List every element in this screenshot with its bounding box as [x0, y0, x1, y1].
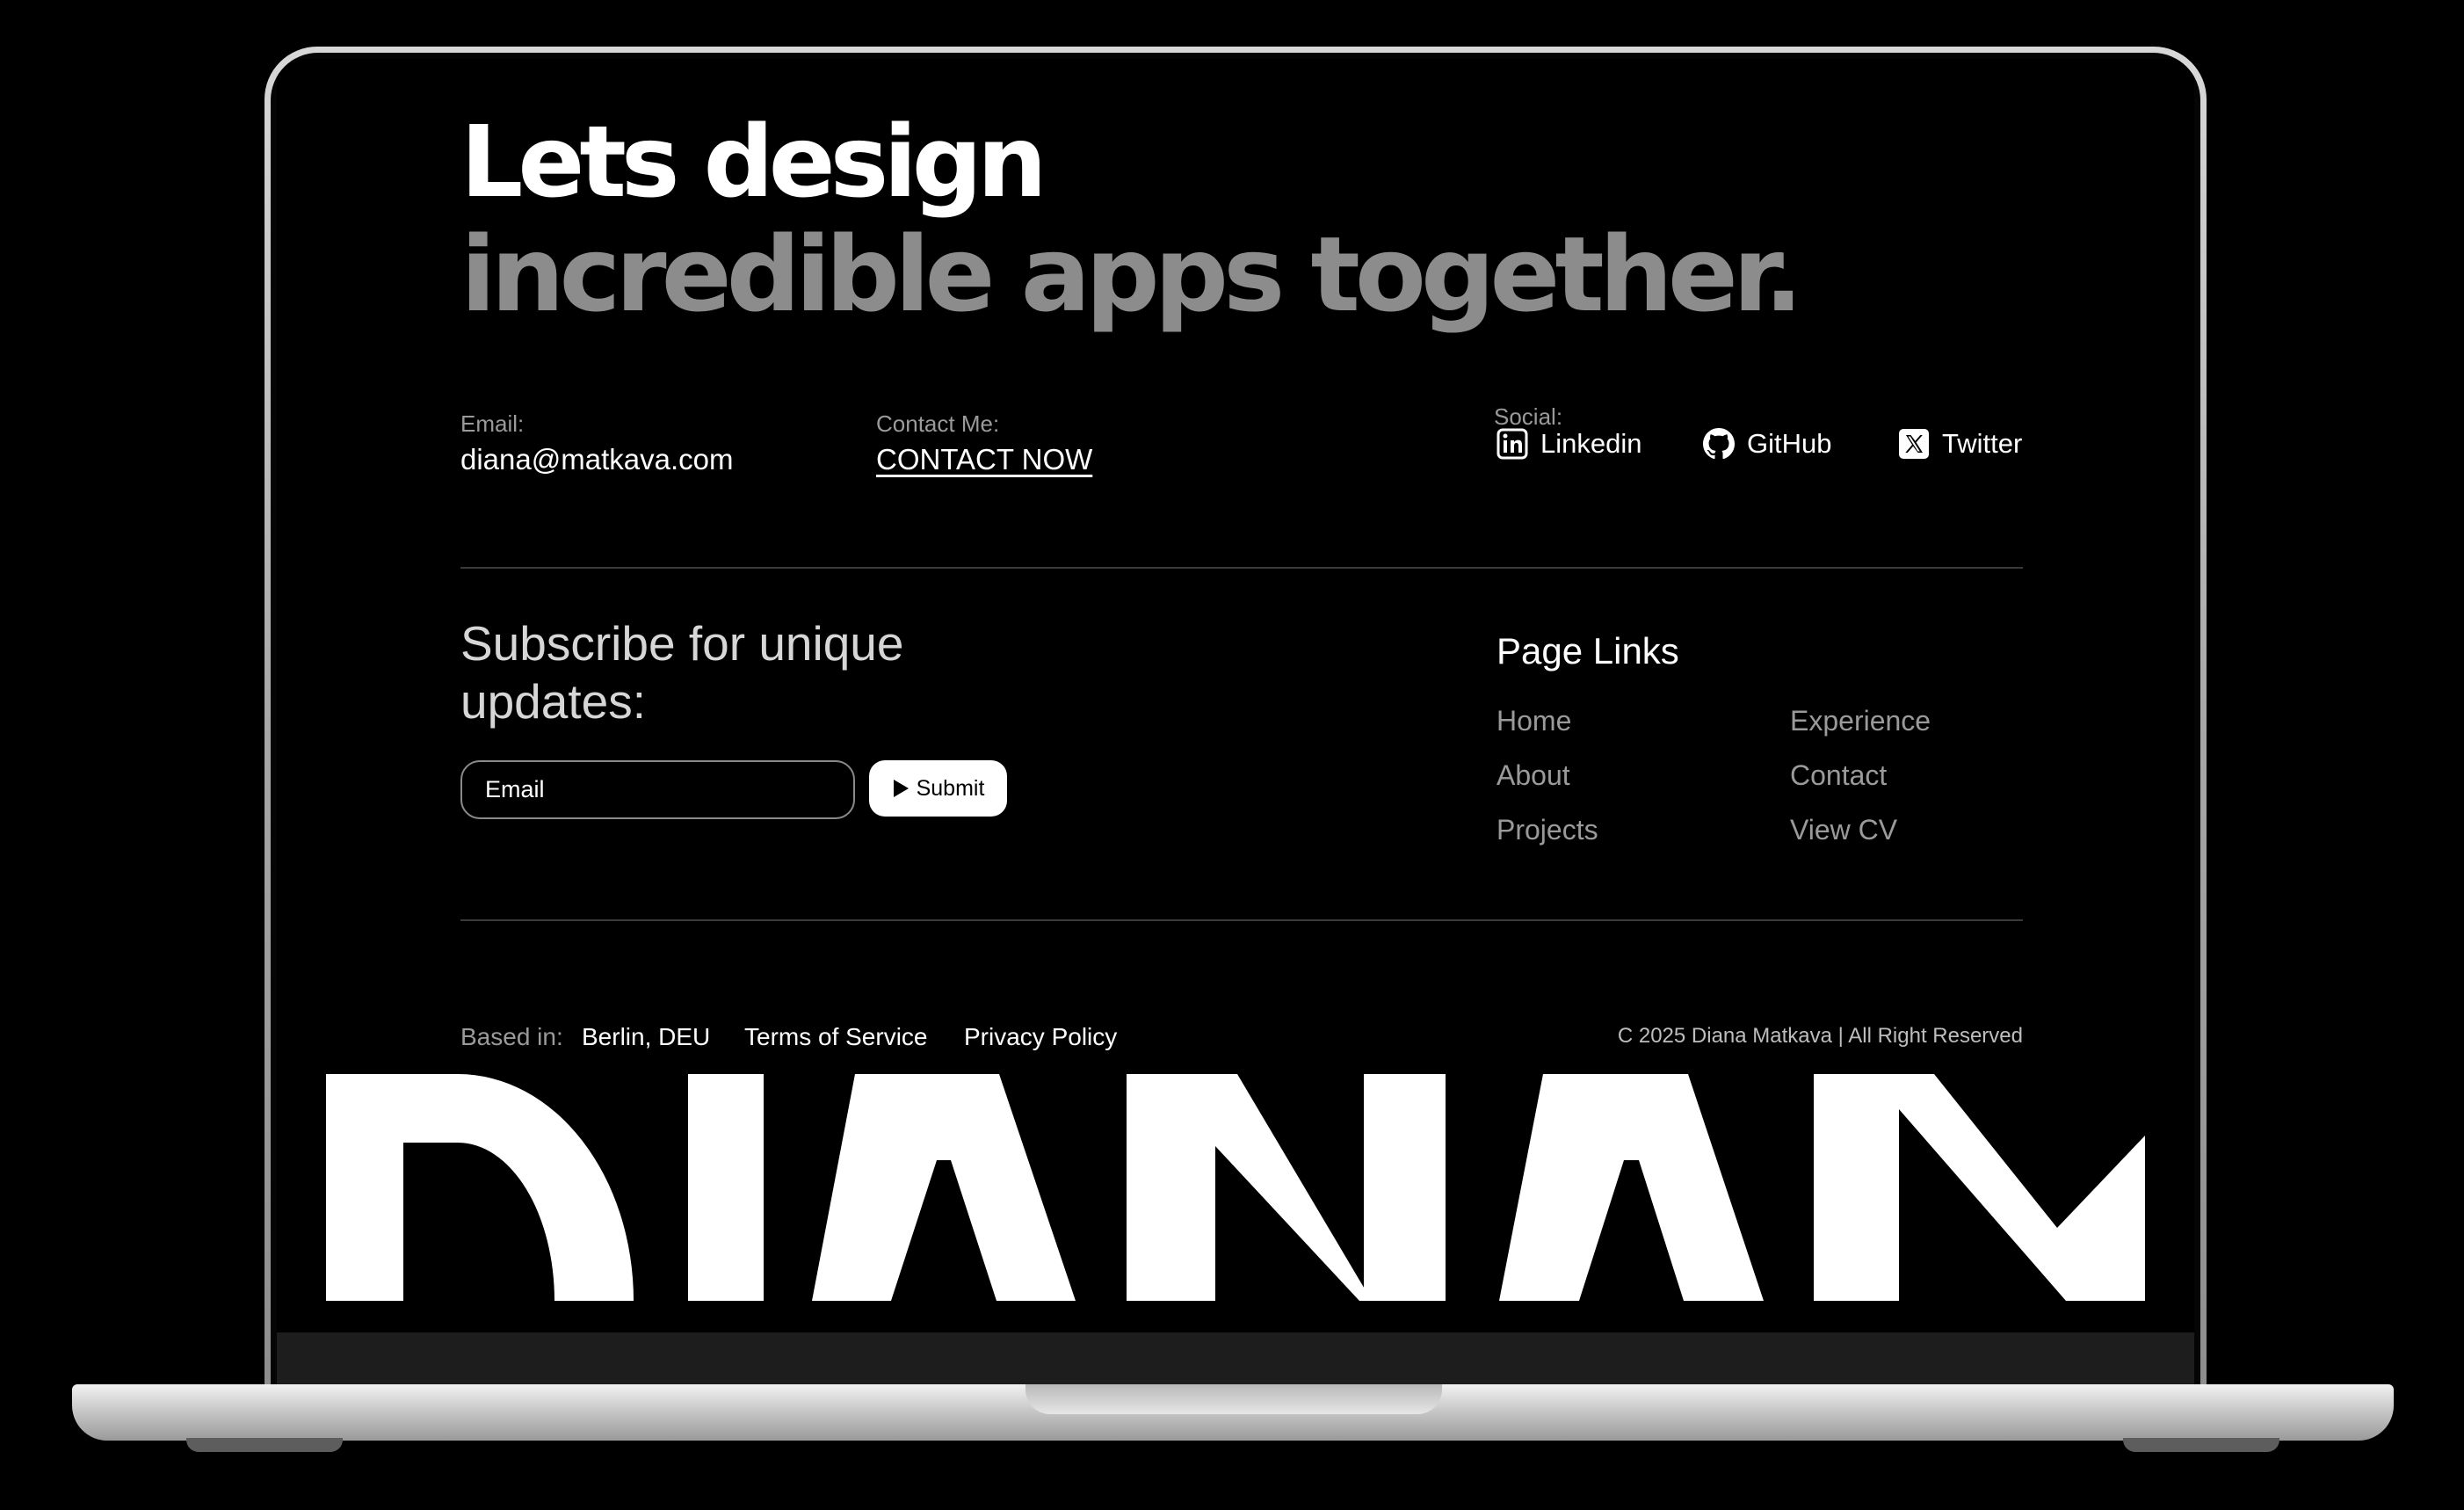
social-link-linkedin[interactable]: Linkedin — [1497, 428, 1641, 460]
hero-line-2: incredible apps together. — [460, 214, 1803, 335]
social-link-twitter[interactable]: Twitter — [1898, 428, 2022, 460]
github-icon — [1703, 428, 1735, 460]
page-link-projects[interactable]: Projects — [1497, 814, 1598, 846]
subscribe-email-input[interactable] — [460, 760, 855, 819]
laptop-foot-right — [2123, 1438, 2279, 1452]
subscribe-title: Subscribe for unique updates: — [460, 616, 904, 729]
page-links-title: Page Links — [1497, 630, 1679, 672]
website-screen: Lets design incredible apps together. Em… — [277, 59, 2194, 1385]
x-twitter-icon — [1898, 428, 1930, 460]
email-value[interactable]: diana@matkava.com — [460, 443, 733, 476]
page-link-experience[interactable]: Experience — [1790, 705, 1931, 737]
contact-me-label: Contact Me: — [876, 410, 1000, 437]
social-label-linkedin: Linkedin — [1540, 428, 1642, 459]
laptop-lid: Lets design incredible apps together. Em… — [265, 47, 2207, 1400]
based-in-label: Based in: — [460, 1023, 563, 1050]
location-value: Berlin, DEU — [582, 1023, 711, 1050]
hero-line-1: Lets design — [460, 105, 1047, 220]
screen-bottom-bar — [277, 1332, 2194, 1385]
email-label: Email: — [460, 410, 525, 437]
privacy-link[interactable]: Privacy Policy — [964, 1023, 1117, 1051]
divider-top — [460, 567, 2023, 569]
laptop-foot-left — [186, 1438, 343, 1452]
hero-heading: Lets design incredible apps together. — [460, 105, 1803, 335]
page-link-view-cv[interactable]: View CV — [1790, 814, 1897, 846]
submit-button[interactable]: Submit — [869, 760, 1007, 817]
social-label: Social: — [1494, 403, 1563, 430]
copyright-text: C 2025 Diana Matkava | All Right Reserve… — [1617, 1024, 2023, 1048]
laptop-opening-notch — [1025, 1384, 1442, 1414]
submit-label: Submit — [916, 775, 985, 801]
page-link-about[interactable]: About — [1497, 759, 1570, 792]
social-link-github[interactable]: GitHub — [1703, 428, 1831, 460]
social-label-github: GitHub — [1747, 428, 1832, 459]
wordmark-logo — [326, 1074, 2145, 1301]
divider-bottom — [460, 919, 2023, 921]
laptop-mockup: Lets design incredible apps together. Em… — [0, 0, 2464, 1510]
linkedin-icon — [1497, 428, 1528, 460]
play-icon — [893, 780, 909, 797]
social-label-twitter: Twitter — [1942, 428, 2023, 459]
page-link-contact[interactable]: Contact — [1790, 759, 1887, 792]
screen-bezel: Lets design incredible apps together. Em… — [271, 53, 2200, 1400]
terms-link[interactable]: Terms of Service — [744, 1023, 928, 1051]
contact-now-link[interactable]: CONTACT NOW — [876, 443, 1092, 476]
laptop-base — [72, 1384, 2394, 1441]
page-link-home[interactable]: Home — [1497, 705, 1571, 737]
